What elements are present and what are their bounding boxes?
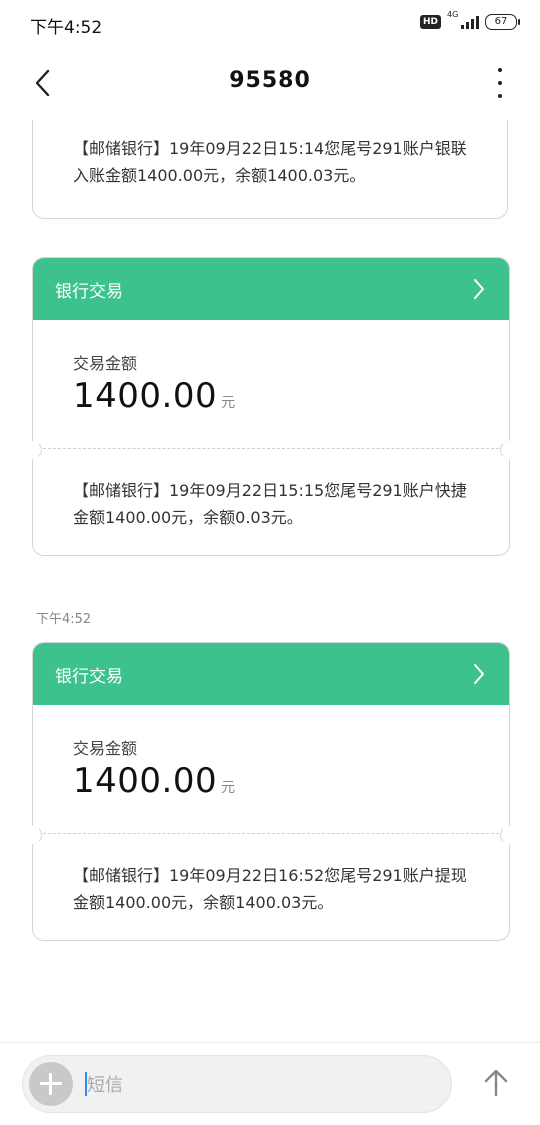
amount-block: 交易金额 1400.00 元 [33,705,509,833]
dashed-divider [24,441,518,459]
amount-value: 1400.00 [73,376,218,416]
dashed-divider [24,826,518,844]
message-timestamp: 下午4:52 [36,612,92,627]
sms-text: 【邮储银行】19年09月22日15:14您尾号291账户银联入账金额1400.0… [73,139,467,185]
amount-block: 交易金额 1400.00 元 [33,320,509,448]
conversation-title: 95580 [229,68,311,93]
amount-unit: 元 [221,395,236,411]
amount-value: 1400.00 [73,761,218,801]
hd-icon: HD [419,15,441,29]
more-vertical-icon[interactable] [490,68,510,98]
message-input[interactable] [85,1070,429,1100]
battery-level: 67 [485,14,517,30]
plus-icon[interactable] [29,1062,73,1106]
card-title: 银行交易 [55,667,123,687]
transaction-card: 银行交易 交易金额 1400.00 元 【邮储银行】19年09月22日16:52… [24,642,518,941]
amount-label: 交易金额 [73,739,138,758]
composer-pill [22,1055,452,1113]
network-type: 4G [447,10,459,19]
card-header[interactable]: 银行交易 [33,643,509,705]
sms-bubble: 【邮储银行】19年09月22日15:14您尾号291账户银联入账金额1400.0… [32,120,508,219]
composer-bar [0,1042,540,1125]
status-icons: HD 4G 67 [419,11,520,30]
send-arrow-icon[interactable] [482,1068,510,1098]
amount-label: 交易金额 [73,354,138,373]
conversation-header: 95580 [0,46,540,120]
chevron-right-icon [474,279,484,299]
card-title: 银行交易 [55,282,123,302]
status-bar: 下午4:52 HD 4G 67 [0,0,540,46]
transaction-card: 银行交易 交易金额 1400.00 元 【邮储银行】19年09月22日15:15… [24,257,518,556]
sms-text: 【邮储银行】19年09月22日15:15您尾号291账户快捷金额1400.00元… [73,481,467,527]
message-thread[interactable]: 【邮储银行】19年09月22日15:14您尾号291账户银联入账金额1400.0… [0,120,540,1040]
sms-text: 【邮储银行】19年09月22日16:52您尾号291账户提现金额1400.00元… [73,866,467,912]
amount-unit: 元 [221,780,236,796]
signal-icon: 4G [447,11,479,29]
chevron-right-icon [474,664,484,684]
battery-icon: 67 [485,14,520,30]
card-header[interactable]: 银行交易 [33,258,509,320]
text-caret [85,1072,87,1096]
status-time: 下午4:52 [30,18,103,38]
